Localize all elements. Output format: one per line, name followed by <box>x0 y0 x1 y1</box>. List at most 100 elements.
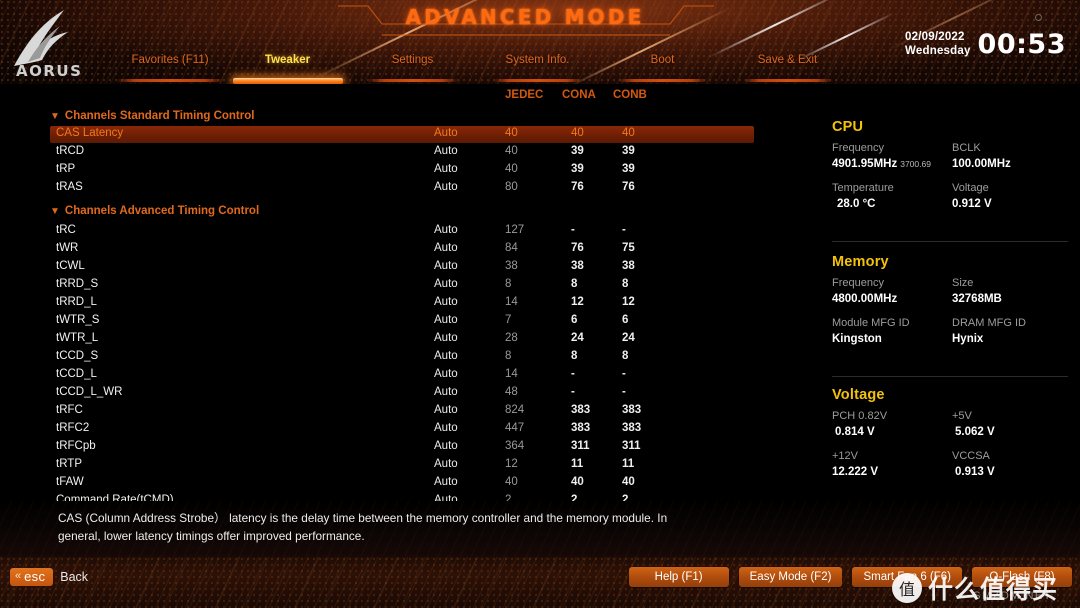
table-row[interactable]: tRFCpb Auto 364 311 311 <box>50 439 754 456</box>
weekday-text: Wednesday <box>905 45 971 57</box>
table-row[interactable]: tRP Auto 40 39 39 <box>50 162 754 179</box>
chevron-down-icon: ▼ <box>50 206 60 217</box>
esc-key-label: esc <box>24 569 46 584</box>
tab-label: Tweaker <box>264 54 311 66</box>
advanced-mode-title-wrap: ADVANCED MODE <box>338 2 714 38</box>
tab-settings[interactable]: Settings <box>350 54 475 82</box>
time-text: 00:53 <box>977 28 1066 60</box>
table-row[interactable]: tWTR_L Auto 28 24 24 <box>50 331 754 348</box>
row-value-auto[interactable]: Auto <box>434 350 458 362</box>
row-value-conb: 8 <box>622 278 629 290</box>
table-row[interactable]: tFAW Auto 40 40 40 <box>50 475 754 492</box>
section-header-standard-timing[interactable]: ▼ Channels Standard Timing Control <box>50 110 254 122</box>
row-value-auto[interactable]: Auto <box>434 314 458 326</box>
row-value-auto[interactable]: Auto <box>434 127 458 139</box>
row-label: tFAW <box>56 476 84 488</box>
row-value-auto[interactable]: Auto <box>434 386 458 398</box>
main-nav-tabs[interactable]: Favorites (F11) Tweaker Settings System … <box>95 54 885 84</box>
voltage-pch-value: 0.814 V <box>835 426 875 438</box>
table-row[interactable]: tRC Auto 127 - - <box>50 223 754 240</box>
row-label: tRRD_S <box>56 278 99 290</box>
help-button[interactable]: Help (F1) <box>628 567 729 587</box>
sidebar-divider <box>832 376 1068 377</box>
row-value-jedec: 38 <box>505 260 518 272</box>
row-value-conb: - <box>622 224 626 236</box>
memory-panel: Memory Frequency 4800.00MHz Size 32768MB… <box>832 254 1068 355</box>
tab-underline <box>116 79 224 82</box>
memory-size: Size 32768MB <box>952 275 1002 308</box>
row-value-auto[interactable]: Auto <box>434 224 458 236</box>
row-value-cona: 311 <box>571 440 590 452</box>
section-header-advanced-timing[interactable]: ▼ Channels Advanced Timing Control <box>50 205 259 217</box>
tab-tweaker[interactable]: Tweaker <box>225 54 350 84</box>
row-value-auto[interactable]: Auto <box>434 422 458 434</box>
row-label: tRC <box>56 224 76 236</box>
tab-save-exit[interactable]: Save & Exit <box>725 54 850 82</box>
table-row[interactable]: tCCD_S Auto 8 8 8 <box>50 349 754 366</box>
smart-fan-button[interactable]: Smart Fan 6 (F6) <box>852 567 962 587</box>
table-row[interactable]: tRFC Auto 824 383 383 <box>50 403 754 420</box>
memory-frequency-value: 4800.00MHz <box>832 293 898 305</box>
row-value-cona: 383 <box>571 404 591 416</box>
row-value-cona: 76 <box>571 242 584 254</box>
table-row[interactable]: tCCD_L_WR Auto 48 - - <box>50 385 754 402</box>
row-label: tRTP <box>56 458 82 470</box>
row-value-auto[interactable]: Auto <box>434 404 458 416</box>
tab-boot[interactable]: Boot <box>600 54 725 82</box>
cpu-voltage-value: 0.912 V <box>952 198 992 210</box>
q-flash-button[interactable]: Q-Flash (F8) <box>972 567 1072 587</box>
row-value-auto[interactable]: Auto <box>434 296 458 308</box>
tab-favorites[interactable]: Favorites (F11) <box>95 54 245 82</box>
row-value-jedec: 127 <box>505 224 525 236</box>
table-row[interactable]: tCWL Auto 38 38 38 <box>50 259 754 276</box>
row-value-auto[interactable]: Auto <box>434 242 458 254</box>
cpu-frequency-label: Frequency <box>832 142 884 154</box>
table-row[interactable]: tWTR_S Auto 7 6 6 <box>50 313 754 330</box>
table-row[interactable]: tRRD_S Auto 8 8 8 <box>50 277 754 294</box>
row-value-auto[interactable]: Auto <box>434 260 458 272</box>
row-value-conb: - <box>622 368 626 380</box>
row-value-jedec: 7 <box>505 314 512 326</box>
table-row[interactable]: tRCD Auto 40 39 39 <box>50 144 754 161</box>
row-value-conb: 6 <box>622 314 629 326</box>
row-value-auto[interactable]: Auto <box>434 278 458 290</box>
row-value-jedec: 80 <box>505 181 518 193</box>
row-value-jedec: 824 <box>505 404 525 416</box>
row-value-auto[interactable]: Auto <box>434 458 458 470</box>
watermark-sub: SMZDM.NET <box>973 590 1052 602</box>
cpu-voltage: Voltage 0.912 V <box>952 180 992 213</box>
table-row[interactable]: tCCD_L Auto 14 - - <box>50 367 754 384</box>
tab-underline <box>617 79 708 82</box>
row-value-jedec: 12 <box>505 458 518 470</box>
row-value-auto[interactable]: Auto <box>434 163 458 175</box>
row-label: tCWL <box>56 260 85 272</box>
memory-size-value: 32768MB <box>952 293 1002 305</box>
table-row[interactable]: tRRD_L Auto 14 12 12 <box>50 295 754 312</box>
row-value-auto[interactable]: Auto <box>434 476 458 488</box>
table-row[interactable]: tRFC2 Auto 447 383 383 <box>50 421 754 438</box>
main-content: JEDEC CONA CONB ▼ Channels Standard Timin… <box>0 84 1080 506</box>
table-row[interactable]: tRAS Auto 80 76 76 <box>50 180 754 197</box>
tab-underline <box>742 79 833 82</box>
memory-frequency: Frequency 4800.00MHz <box>832 275 897 308</box>
row-value-auto[interactable]: Auto <box>434 332 458 344</box>
table-row[interactable]: tRTP Auto 12 11 11 <box>50 457 754 474</box>
esc-back-control[interactable]: « esc Back <box>10 568 88 586</box>
esc-key-pill[interactable]: « esc <box>10 568 54 586</box>
double-chevron-left-icon: « <box>15 570 22 582</box>
tab-system-info[interactable]: System Info. <box>475 54 600 82</box>
table-row[interactable]: CAS Latency Auto 40 40 40 <box>50 126 754 143</box>
row-value-cona: 38 <box>571 260 584 272</box>
page-title: ADVANCED MODE <box>405 5 645 29</box>
row-value-auto[interactable]: Auto <box>434 368 458 380</box>
table-row[interactable]: tWR Auto 84 76 75 <box>50 241 754 258</box>
row-value-auto[interactable]: Auto <box>434 145 458 157</box>
row-value-auto[interactable]: Auto <box>434 440 458 452</box>
footer-buttons[interactable]: Help (F1) Easy Mode (F2) Smart Fan 6 (F6… <box>628 567 1072 587</box>
row-value-jedec: 8 <box>505 278 512 290</box>
row-value-auto[interactable]: Auto <box>434 181 458 193</box>
header-bar: AORUS ADVANCED MODE Favorites (F11) Twea… <box>0 0 1080 84</box>
memory-dram-mfg-label: DRAM MFG ID <box>952 317 1026 329</box>
easy-mode-button[interactable]: Easy Mode (F2) <box>738 567 843 587</box>
row-label: tCCD_L <box>56 368 97 380</box>
